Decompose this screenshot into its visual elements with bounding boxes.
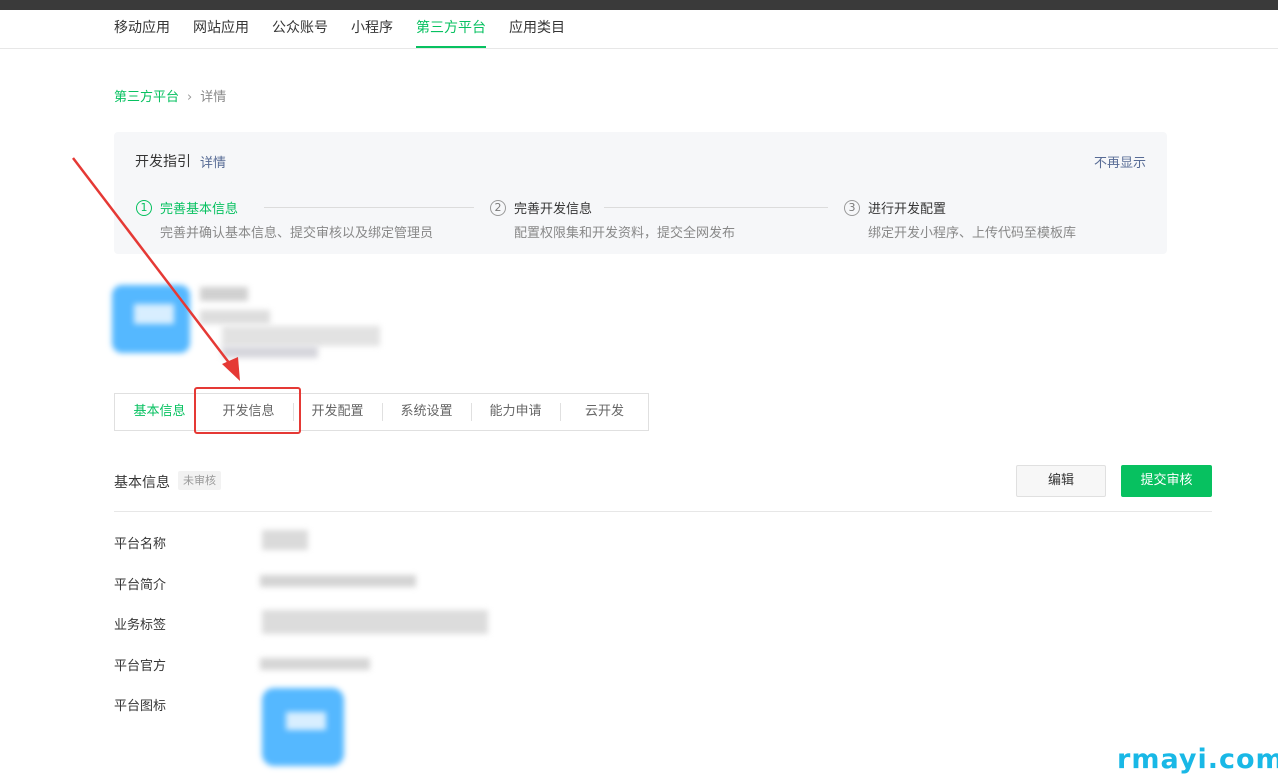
field-label-platform-intro: 平台简介 [114,578,167,593]
field-label-platform-official: 平台官方 [114,659,167,674]
field-label-business-tags: 业务标签 [114,618,167,633]
redacted-value [260,575,416,587]
status-badge: 未审核 [178,471,221,490]
watermark-text: rmayi.com [1117,744,1278,775]
redacted-value [260,658,370,670]
submit-review-button[interactable]: 提交审核 [1121,465,1212,497]
arrow-shaft [72,157,234,369]
redacted-value [262,610,488,634]
section-divider [114,511,1212,512]
section-title: 基本信息 [114,475,170,491]
field-label-platform-name: 平台名称 [114,537,167,552]
arrow-head [222,357,240,381]
field-label-platform-icon: 平台图标 [114,699,167,714]
redacted-value [262,530,308,550]
edit-button[interactable]: 编辑 [1016,465,1106,497]
annotation-arrow [72,157,240,381]
platform-icon-highlight-blurred [286,712,326,730]
